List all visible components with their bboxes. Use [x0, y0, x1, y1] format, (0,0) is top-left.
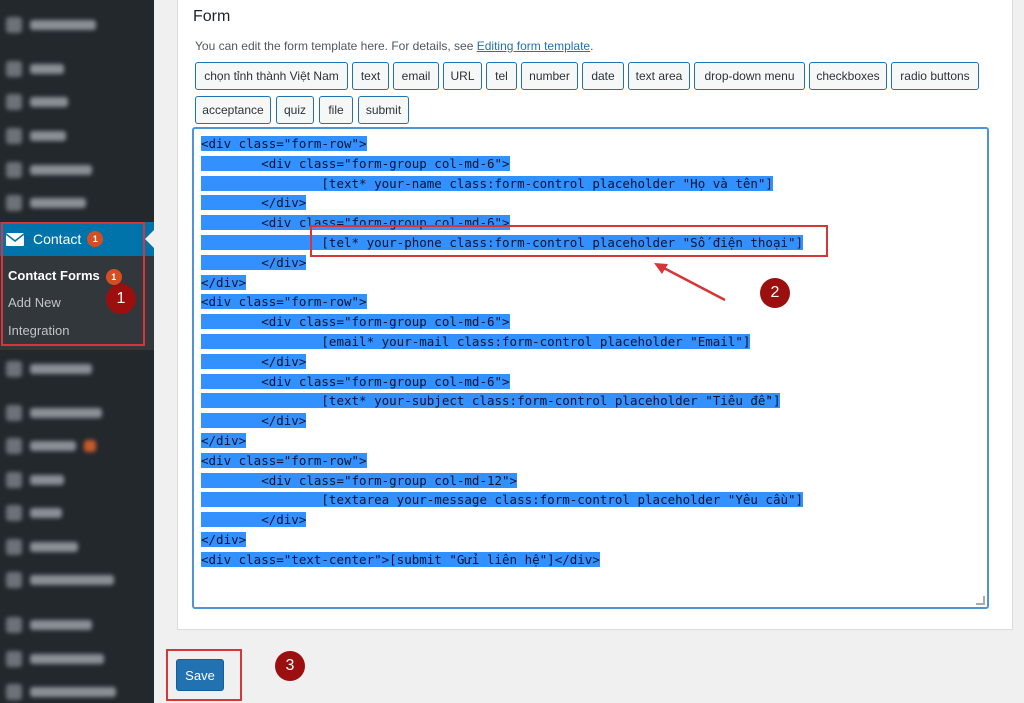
form-template-editor[interactable]: <div class="form-row"> <div class="form-… [192, 127, 989, 609]
sidebar-item-users[interactable] [6, 469, 64, 491]
code-line: </div> [201, 510, 803, 530]
sidebar-item-blurred[interactable] [6, 648, 104, 670]
annotation-marker: 2 [760, 278, 790, 308]
code-line: [text* your-subject class:form-control p… [201, 391, 803, 411]
sidebar-item-blurred[interactable] [6, 358, 92, 380]
code-line: </div> [201, 431, 803, 451]
code-line: [textarea your-message class:form-contro… [201, 490, 804, 510]
sidebar-item-media[interactable] [6, 91, 68, 113]
tag-button-province[interactable]: chọn tỉnh thành Việt Nam [195, 62, 348, 90]
code-line: </div> [201, 352, 803, 372]
tag-button-acceptance[interactable]: acceptance [195, 96, 271, 124]
sidebar-item-settings[interactable] [6, 536, 78, 558]
tag-button-quiz[interactable]: quiz [276, 96, 314, 124]
sidebar-item-dashboard[interactable] [6, 14, 96, 36]
form-description: You can edit the form template here. For… [195, 39, 593, 53]
code-line: <div class="form-group col-md-6"> [201, 154, 803, 174]
code-line: <div class="form-group col-md-6"> [201, 312, 803, 332]
page-title: Form [193, 8, 231, 25]
description-text: You can edit the form template here. For… [195, 39, 477, 53]
sidebar-item-plugins[interactable] [6, 435, 96, 457]
editing-form-template-link[interactable]: Editing form template [477, 39, 590, 53]
code-text: <div class="form-row"> [201, 452, 367, 468]
code-text: <div class="form-group col-md-6"> [201, 314, 510, 330]
tag-button-dropdown[interactable]: drop-down menu [694, 62, 805, 90]
sidebar-item-comments[interactable] [6, 159, 92, 181]
code-line: <div class="form-group col-md-12"> [201, 471, 803, 491]
sidebar-item-appearance[interactable] [6, 402, 102, 424]
code-line: <div class="text-center">[submit "Gửi li… [201, 550, 803, 570]
tag-button-tel[interactable]: tel [486, 62, 517, 90]
tag-button-checkboxes[interactable]: checkboxes [809, 62, 887, 90]
code-text: </div> [201, 353, 307, 369]
code-line: <div class="form-row"> [201, 451, 803, 471]
code-line: [email* your-mail class:form-control pla… [201, 332, 803, 352]
description-end: . [590, 39, 594, 53]
code-text: </div> [201, 195, 307, 211]
tag-button-text[interactable]: text [352, 62, 389, 90]
tag-button-date[interactable]: date [582, 62, 624, 90]
tag-button-submit[interactable]: submit [358, 96, 409, 124]
tag-button-textarea[interactable]: text area [628, 62, 690, 90]
code-text: [email* your-mail class:form-control pla… [201, 333, 751, 349]
code-text: <div class="form-row"> [201, 136, 367, 151]
tag-button-radio[interactable]: radio buttons [891, 62, 979, 90]
current-menu-arrow [145, 230, 154, 248]
code-text: <div class="form-row"> [201, 294, 367, 310]
code-text: <div class="text-center">[submit "Gửi li… [201, 551, 600, 567]
code-text: [text* your-subject class:form-control p… [201, 393, 781, 409]
code-text: [textarea your-message class:form-contro… [201, 492, 804, 508]
code-text: </div> [201, 531, 247, 547]
sidebar-item-blurred[interactable] [6, 192, 86, 214]
annotation-marker: 1 [106, 284, 136, 314]
code-line: [text* your-name class:form-control plac… [201, 174, 803, 194]
code-line: </div> [201, 193, 803, 213]
code-text: <div class="form-group col-md-6"> [201, 373, 510, 389]
admin-sidebar: Contact 1 Contact Forms 1 Add New Integra… [0, 0, 154, 703]
tag-button-email[interactable]: email [393, 62, 439, 90]
annotation-box-tel [310, 225, 828, 257]
code-text: </div> [201, 432, 247, 448]
resize-handle[interactable] [976, 596, 985, 605]
code-text: </div> [201, 274, 247, 290]
form-template-code: <div class="form-row"> <div class="form-… [201, 134, 804, 570]
sidebar-item-blurred[interactable] [6, 569, 114, 591]
code-text: [text* your-name class:form-control plac… [201, 175, 773, 191]
save-button[interactable]: Save [176, 659, 224, 691]
sidebar-item-posts[interactable] [6, 58, 64, 80]
code-text: <div class="form-group col-md-6"> [201, 155, 510, 171]
annotation-marker: 3 [275, 651, 305, 681]
sidebar-item-blurred[interactable] [6, 681, 116, 703]
sidebar-item-tools[interactable] [6, 502, 62, 524]
sidebar-item-pages[interactable] [6, 125, 66, 147]
sidebar-item-blurred[interactable] [6, 614, 92, 636]
tag-button-url[interactable]: URL [443, 62, 482, 90]
annotation-arrow-icon [654, 263, 726, 302]
code-text: </div> [201, 512, 307, 528]
tag-button-file[interactable]: file [319, 96, 353, 124]
code-text: </div> [201, 254, 307, 270]
code-line: </div> [201, 411, 803, 431]
code-line: </div> [201, 530, 803, 550]
code-text: </div> [201, 413, 307, 429]
code-line: <div class="form-group col-md-6"> [201, 372, 803, 392]
code-line: <div class="form-row"> [201, 134, 803, 154]
code-text: <div class="form-group col-md-12"> [201, 472, 518, 488]
tag-button-number[interactable]: number [521, 62, 578, 90]
